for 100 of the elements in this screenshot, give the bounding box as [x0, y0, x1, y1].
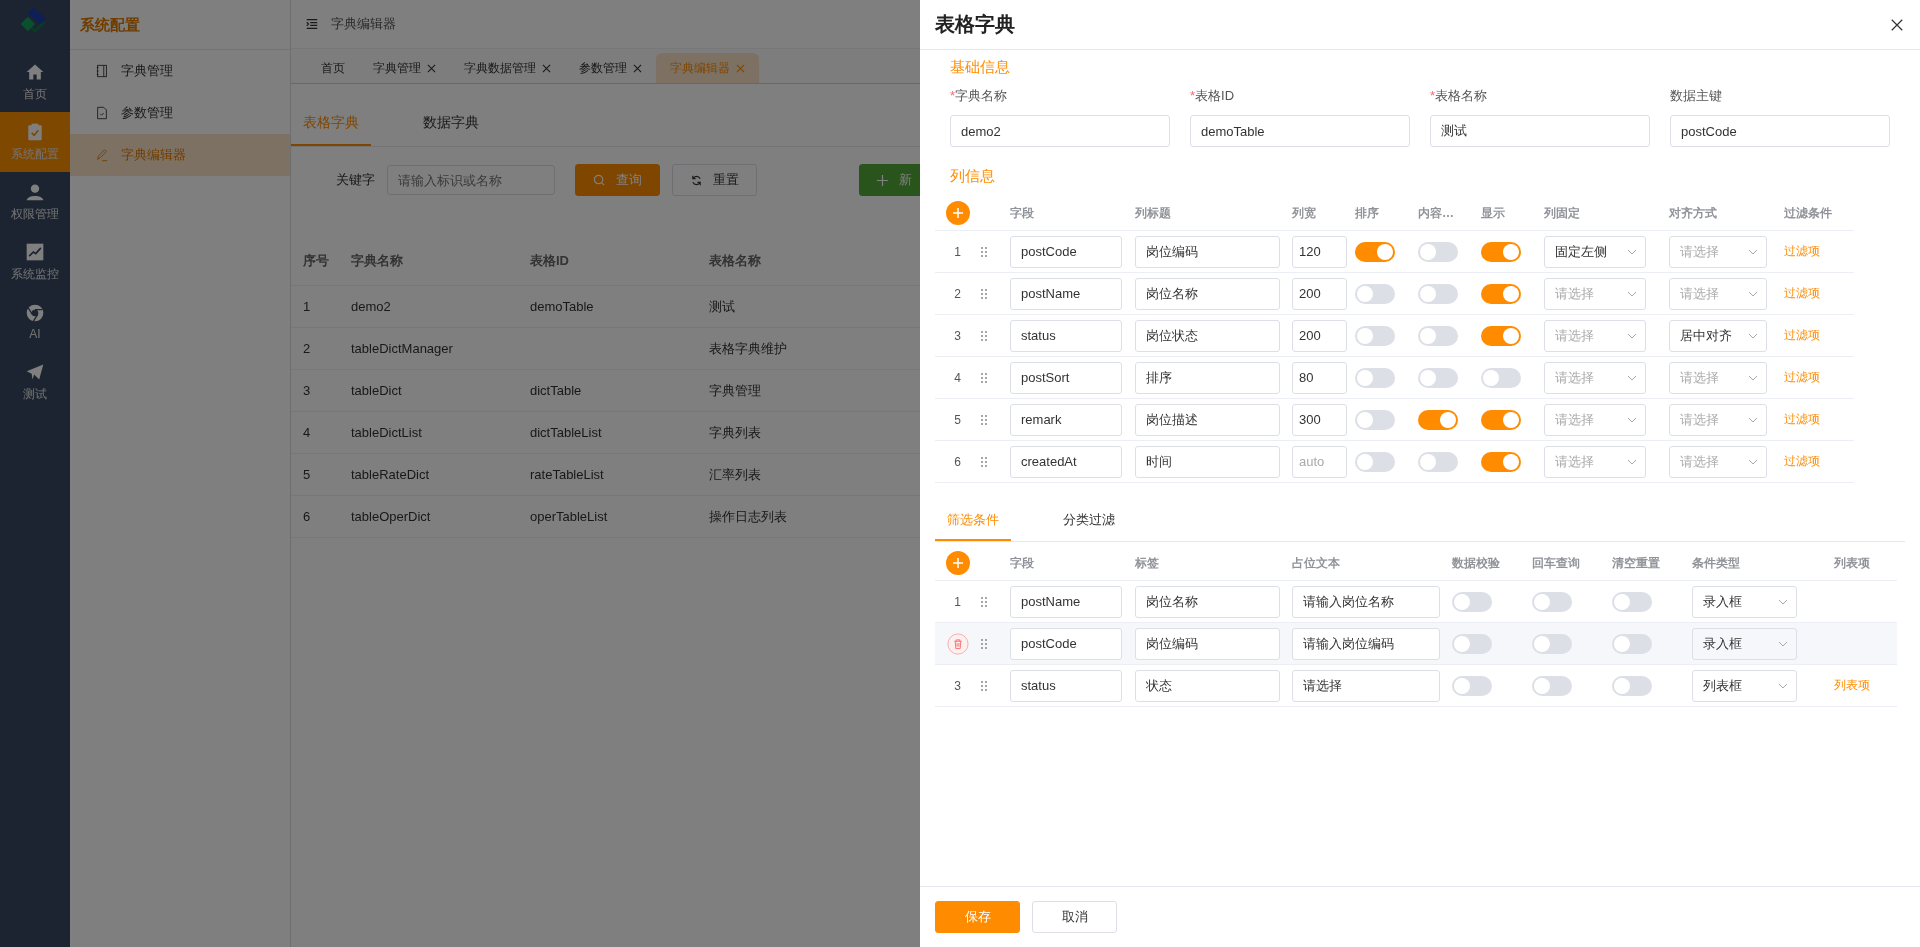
toggle-switch[interactable] — [1481, 241, 1521, 262]
select-field[interactable]: 请选择 — [1669, 445, 1767, 478]
toggle-switch[interactable] — [1532, 633, 1572, 654]
input-field[interactable]: 岗位编码 — [1135, 235, 1280, 268]
drag-handle-icon[interactable] — [980, 413, 988, 426]
filter-link[interactable]: 过滤项 — [1784, 369, 1854, 386]
input-field[interactable]: 岗位编码 — [1135, 627, 1280, 660]
toggle-switch[interactable] — [1481, 451, 1521, 472]
input-field[interactable]: postName — [1010, 277, 1122, 310]
nav-rail-item[interactable]: 系统监控 — [0, 232, 70, 292]
input-field[interactable]: 排序 — [1135, 361, 1280, 394]
toggle-switch[interactable] — [1452, 633, 1492, 654]
input-field[interactable]: remark — [1010, 403, 1122, 436]
toggle-switch[interactable] — [1532, 591, 1572, 612]
toggle-switch[interactable] — [1418, 409, 1458, 430]
input-field[interactable]: auto — [1292, 445, 1347, 478]
toggle-switch[interactable] — [1418, 283, 1458, 304]
add-icon[interactable] — [945, 201, 970, 225]
toggle-switch[interactable] — [1532, 675, 1572, 696]
input-field[interactable]: 请选择 — [1292, 669, 1440, 702]
search-field[interactable]: 请输入标识或名称 — [387, 165, 555, 195]
drag-handle-icon[interactable] — [980, 595, 988, 608]
close-icon[interactable] — [1890, 17, 1904, 32]
toggle-switch[interactable] — [1418, 451, 1458, 472]
toggle-switch[interactable] — [1481, 409, 1521, 430]
filter-link[interactable]: 过滤项 — [1784, 453, 1854, 470]
nav-rail-item[interactable]: 测试 — [0, 352, 70, 412]
filter-link[interactable]: 过滤项 — [1784, 411, 1854, 428]
input-field[interactable]: createdAt — [1010, 445, 1122, 478]
select-field[interactable]: 请选择 — [1669, 361, 1767, 394]
input-field[interactable]: 200 — [1292, 319, 1347, 352]
select-field[interactable]: 请选择 — [1669, 235, 1767, 268]
select-field[interactable]: 固定左侧 — [1544, 235, 1646, 268]
toggle-switch[interactable] — [1612, 675, 1652, 696]
input-field[interactable]: 请输入岗位编码 — [1292, 627, 1440, 660]
drag-handle-icon[interactable] — [980, 455, 988, 468]
input-field[interactable]: 时间 — [1135, 445, 1280, 478]
input-field[interactable]: 请输入岗位名称 — [1292, 585, 1440, 618]
select-field[interactable]: 录入框 — [1692, 627, 1797, 660]
input-field[interactable]: 状态 — [1135, 669, 1280, 702]
add-icon[interactable] — [945, 551, 970, 575]
input-field[interactable]: postCode — [1010, 627, 1122, 660]
nav-rail-item[interactable]: AI — [0, 292, 70, 352]
page-tab[interactable]: 参数管理 — [565, 53, 656, 83]
toggle-switch[interactable] — [1418, 325, 1458, 346]
input-field[interactable]: 80 — [1292, 361, 1347, 394]
toggle-switch[interactable] — [1355, 325, 1395, 346]
toggle-switch[interactable] — [1418, 241, 1458, 262]
cancel-button[interactable]: 取消 — [1032, 901, 1117, 933]
input-field[interactable]: 岗位描述 — [1135, 403, 1280, 436]
select-field[interactable]: 居中对齐 — [1669, 319, 1767, 352]
select-field[interactable]: 请选择 — [1544, 361, 1646, 394]
toggle-switch[interactable] — [1612, 633, 1652, 654]
filter-link[interactable]: 过滤项 — [1784, 285, 1854, 302]
reset-button[interactable]: 重置 — [672, 164, 757, 196]
input-field[interactable]: 200 — [1292, 277, 1347, 310]
toggle-switch[interactable] — [1355, 409, 1395, 430]
toggle-switch[interactable] — [1355, 367, 1395, 388]
input-field[interactable]: status — [1010, 319, 1122, 352]
filter-tab[interactable]: 筛选条件 — [935, 503, 1011, 541]
select-field[interactable]: 列表框 — [1692, 669, 1797, 702]
filter-link[interactable]: 过滤项 — [1784, 243, 1854, 260]
input-field[interactable]: 120 — [1292, 235, 1347, 268]
page-tab[interactable]: 字典数据管理 — [450, 53, 565, 83]
input-field[interactable]: 300 — [1292, 403, 1347, 436]
drag-handle-icon[interactable] — [980, 637, 988, 650]
filter-tab[interactable]: 分类过滤 — [1051, 503, 1127, 541]
select-field[interactable]: 请选择 — [1544, 277, 1646, 310]
menu-icon[interactable] — [305, 17, 319, 31]
page-tab[interactable]: 字典管理 — [359, 53, 450, 83]
select-field[interactable]: 录入框 — [1692, 585, 1797, 618]
toggle-switch[interactable] — [1355, 241, 1395, 262]
input-field[interactable]: demo2 — [950, 115, 1170, 147]
select-field[interactable]: 请选择 — [1544, 319, 1646, 352]
input-field[interactable]: demoTable — [1190, 115, 1410, 147]
input-field[interactable]: 岗位名称 — [1135, 585, 1280, 618]
content-tab[interactable]: 数据字典 — [411, 104, 491, 146]
drag-handle-icon[interactable] — [980, 329, 988, 342]
select-field[interactable]: 请选择 — [1669, 403, 1767, 436]
toggle-switch[interactable] — [1355, 283, 1395, 304]
submenu-item[interactable]: 字典管理 — [70, 50, 290, 92]
select-field[interactable]: 请选择 — [1544, 445, 1646, 478]
input-field[interactable]: 岗位状态 — [1135, 319, 1280, 352]
input-field[interactable]: postSort — [1010, 361, 1122, 394]
toggle-switch[interactable] — [1418, 367, 1458, 388]
input-field[interactable]: 岗位名称 — [1135, 277, 1280, 310]
toggle-switch[interactable] — [1355, 451, 1395, 472]
drag-handle-icon[interactable] — [980, 371, 988, 384]
toggle-switch[interactable] — [1452, 591, 1492, 612]
toggle-switch[interactable] — [1612, 591, 1652, 612]
filter-link[interactable]: 过滤项 — [1784, 327, 1854, 344]
drag-handle-icon[interactable] — [980, 679, 988, 692]
input-field[interactable]: postName — [1010, 585, 1122, 618]
page-tab[interactable]: 首页 — [307, 53, 359, 83]
input-field[interactable]: 测试 — [1430, 115, 1650, 147]
toggle-switch[interactable] — [1481, 283, 1521, 304]
select-field[interactable]: 请选择 — [1669, 277, 1767, 310]
list-item-link[interactable]: 列表项 — [1834, 678, 1870, 692]
nav-rail-item[interactable]: 首页 — [0, 52, 70, 112]
toggle-switch[interactable] — [1452, 675, 1492, 696]
